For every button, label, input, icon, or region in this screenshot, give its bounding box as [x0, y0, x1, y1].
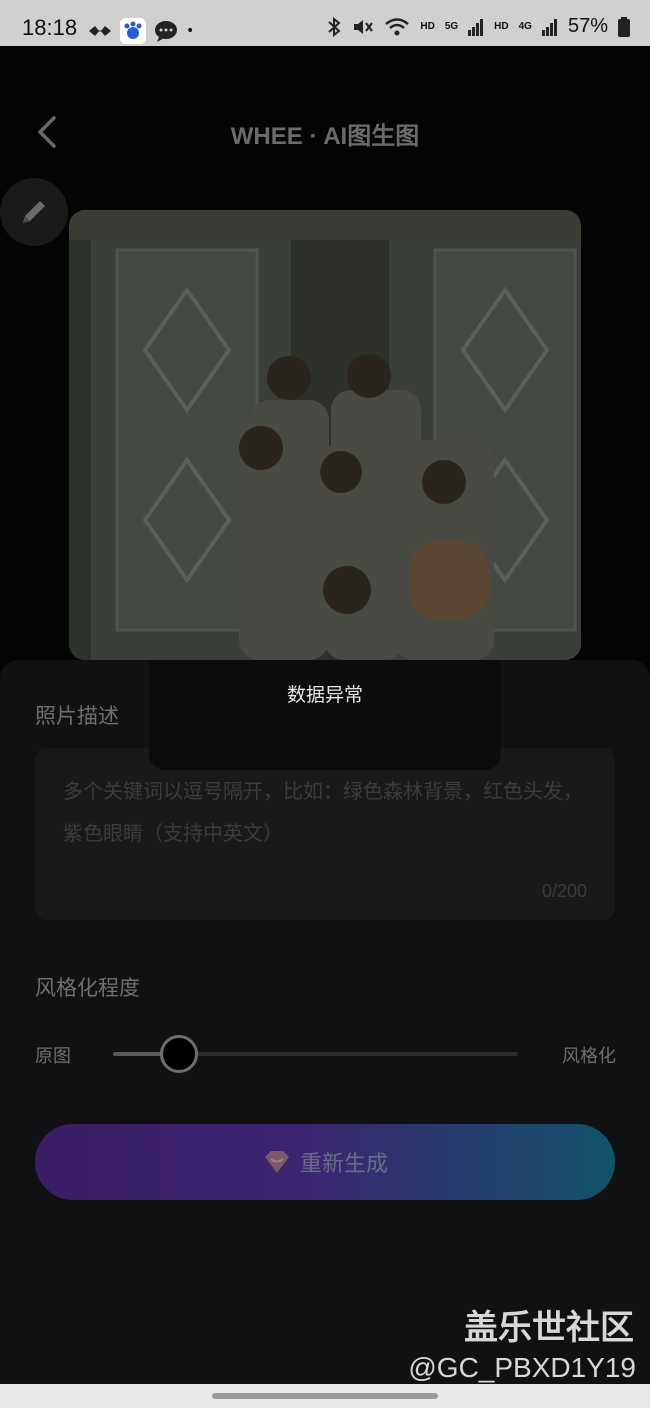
- slider-max-label: 风格化: [562, 1046, 616, 1067]
- source-photo: [69, 210, 581, 660]
- description-input[interactable]: 多个关键词以逗号隔开，比如：绿色森林背景，红色头发，紫色眼睛（支持中英文） 0/…: [35, 748, 615, 920]
- description-placeholder: 多个关键词以逗号隔开，比如：绿色森林背景，红色头发，紫色眼睛（支持中英文）: [63, 779, 583, 845]
- description-label: 照片描述: [35, 704, 119, 728]
- stylization-label: 风格化程度: [35, 976, 140, 1000]
- mute-icon: [354, 19, 374, 34]
- battery-icon: [618, 16, 630, 37]
- net-4g-label: 4G: [518, 21, 532, 32]
- description-char-count: 0/200: [541, 881, 587, 901]
- pencil-icon: [23, 201, 45, 223]
- watermark-community: 盖乐世社区: [464, 1308, 634, 1348]
- app-screen: WHEE · AI图生图 照片描述 多个关键词以逗号隔开，比如：绿色森林背景，红…: [0, 46, 650, 1384]
- baidu-app-icon: [120, 18, 146, 44]
- header: WHEE · AI图生图: [0, 46, 650, 216]
- app-notification-icon: [89, 26, 111, 36]
- slider-min-label: 原图: [35, 1046, 71, 1067]
- regenerate-button[interactable]: 重新生成: [35, 1124, 615, 1200]
- signal-icon-2: [541, 18, 557, 36]
- slider-thumb[interactable]: [159, 1035, 198, 1073]
- diamond-icon: [264, 1151, 289, 1173]
- edit-button[interactable]: [0, 178, 68, 246]
- more-notifications-dot: •: [186, 23, 195, 39]
- toast-message: 数据异常: [286, 684, 363, 706]
- regenerate-label: 重新生成: [299, 1152, 388, 1177]
- system-icons: HD 5G HD 4G 57%: [326, 15, 630, 38]
- battery-percent: 57%: [567, 15, 608, 37]
- net-5g-label: 5G: [444, 21, 459, 32]
- status-time: 18:18: [22, 15, 78, 40]
- message-icon: [155, 21, 177, 42]
- home-indicator[interactable]: [212, 1393, 438, 1399]
- signal-icon: [468, 18, 484, 36]
- net-hd-label: HD: [420, 21, 435, 32]
- watermark-user: @GC_PBXD1Y19: [408, 1352, 636, 1383]
- error-toast: 数据异常: [149, 660, 501, 770]
- wifi-icon: [385, 17, 410, 35]
- photo-image: [69, 210, 581, 660]
- stylization-slider[interactable]: [113, 1035, 518, 1073]
- bluetooth-icon: [328, 16, 341, 37]
- net-hd-label-2: HD: [494, 21, 509, 32]
- navigation-bar: [0, 1384, 650, 1408]
- page-title: WHEE · AI图生图: [230, 123, 420, 150]
- notification-icons: •: [88, 18, 194, 44]
